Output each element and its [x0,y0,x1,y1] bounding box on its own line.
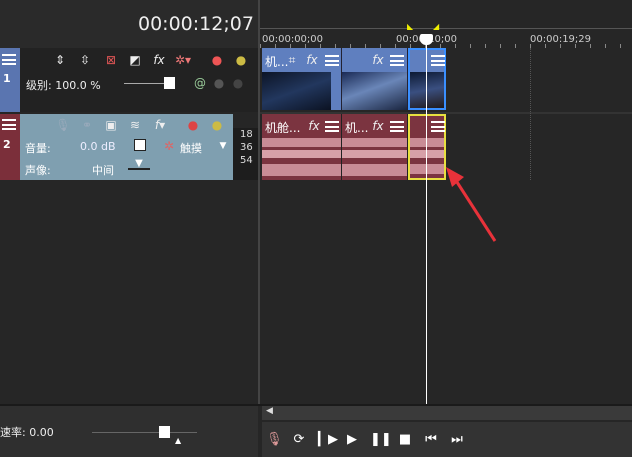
rate-slider-thumb[interactable] [159,426,170,438]
annotation-arrow [446,167,497,242]
clip-menu-icon[interactable] [390,121,404,132]
pan-slider-thumb[interactable]: ▼ [128,158,150,170]
audio-clip[interactable]: 机... fx [342,114,408,180]
clip-menu-icon[interactable] [325,121,339,132]
timeline-ruler[interactable]: 00:00:00;00 00:00:10;00 00:00:19;29 [260,28,632,48]
audio-clip[interactable]: 机舱... fx [262,114,342,180]
loop-region-end[interactable]: ◢ [433,22,439,31]
clip-menu-icon[interactable] [431,121,445,132]
timecode-panel: 00:00:12;07 [0,0,258,48]
level-slider-thumb[interactable] [164,77,175,89]
loop-region-start[interactable]: ◣ [407,22,413,31]
pan-label: 声像: [25,164,51,177]
automation-icon[interactable]: ✲▾ [175,53,191,67]
record-icon[interactable]: 🎙 [266,432,283,448]
clip-menu-icon[interactable] [390,55,404,66]
chevron-down-icon[interactable]: ▼ [215,139,231,153]
solo-icon[interactable]: ● [209,118,225,132]
volume-value: 0.0 dB [80,140,116,153]
solo-icon[interactable]: ● [233,53,249,67]
fx-icon[interactable]: fx [370,53,386,67]
record-arm-icon[interactable]: 🎙 [55,118,71,132]
playhead-handle[interactable] [420,34,433,45]
go-to-end-icon[interactable]: ⏭ [449,432,465,448]
track-number: 2 [3,138,11,151]
playhead[interactable] [426,36,427,404]
volume-label: 音量: [25,142,51,155]
automation-mode[interactable]: 触摸 [180,140,202,156]
clip-menu-icon[interactable] [325,55,339,66]
audio-track-header: 2 🎙 ⚭ ▣ ≋ f▾ ● ● 音量: 0.0 dB ✲ 触摸 ▼ 声像: 中… [0,114,233,180]
fx-icon[interactable]: fx [370,119,386,133]
clip-menu-icon[interactable] [431,55,445,66]
pause-icon[interactable]: ❚❚ [370,432,392,448]
automation-icon[interactable]: ✲ [161,139,177,153]
video-clip-selected[interactable] [408,48,446,110]
play-icon[interactable]: ▶ [344,432,360,448]
mute-icon[interactable]: ● [185,118,201,132]
mute-icon[interactable]: ● [209,53,225,67]
fx-icon[interactable]: fx [306,119,322,133]
stop-icon[interactable]: ■ [397,432,413,448]
envelope-icon[interactable]: ≋ [127,118,143,132]
track-number: 1 [3,72,11,85]
volume-slider-thumb[interactable] [134,139,146,151]
audio-meter: 18 36 54 [233,128,258,180]
track-menu-icon[interactable] [2,54,16,65]
expand-icon[interactable]: ⇕ [52,53,68,67]
crop-icon[interactable]: ⌗ [284,53,300,67]
rate-panel: 速率: 0.00 ▲ [0,406,258,457]
fx-icon[interactable]: fx [151,53,167,67]
track-menu-icon[interactable] [2,119,16,130]
input-icon[interactable]: ⚭ [79,118,95,132]
child-icon: ● [232,76,244,90]
collapse-icon[interactable]: ⇳ [77,53,93,67]
composite-mode-icon[interactable]: @ [192,76,208,90]
video-clip[interactable]: fx [342,48,408,110]
video-track-header: 1 ⇕ ⇳ ⊠ ◩ fx ✲▾ ● ● 级别: 100.0 % @ ● ● [0,48,258,112]
fx-icon[interactable]: fx [304,53,320,67]
go-to-start-icon[interactable]: ⏮ [423,432,439,448]
timecode-display: 00:00:12;07 [138,13,254,35]
pan-value: 中间 [92,164,114,177]
compositing-icon[interactable]: ⊠ [103,53,119,67]
rate-slider[interactable] [92,432,197,433]
loop-icon[interactable]: ⟳ [291,432,307,448]
level-label: 级别: 100.0 % [26,79,101,92]
play-from-start-icon[interactable]: ▎▶ [318,432,338,448]
scroll-left-icon[interactable]: ◀ [266,406,273,416]
motion-icon[interactable]: ◩ [127,53,143,67]
horizontal-scrollbar[interactable]: ◀ [262,406,632,420]
parent-icon: ● [213,76,225,90]
rate-label: 速率: 0.00 [0,426,54,439]
mute-box-icon[interactable]: ▣ [103,118,119,132]
video-clip[interactable]: 机... ⌗ fx [262,48,342,110]
fx-icon[interactable]: f▾ [152,118,168,132]
